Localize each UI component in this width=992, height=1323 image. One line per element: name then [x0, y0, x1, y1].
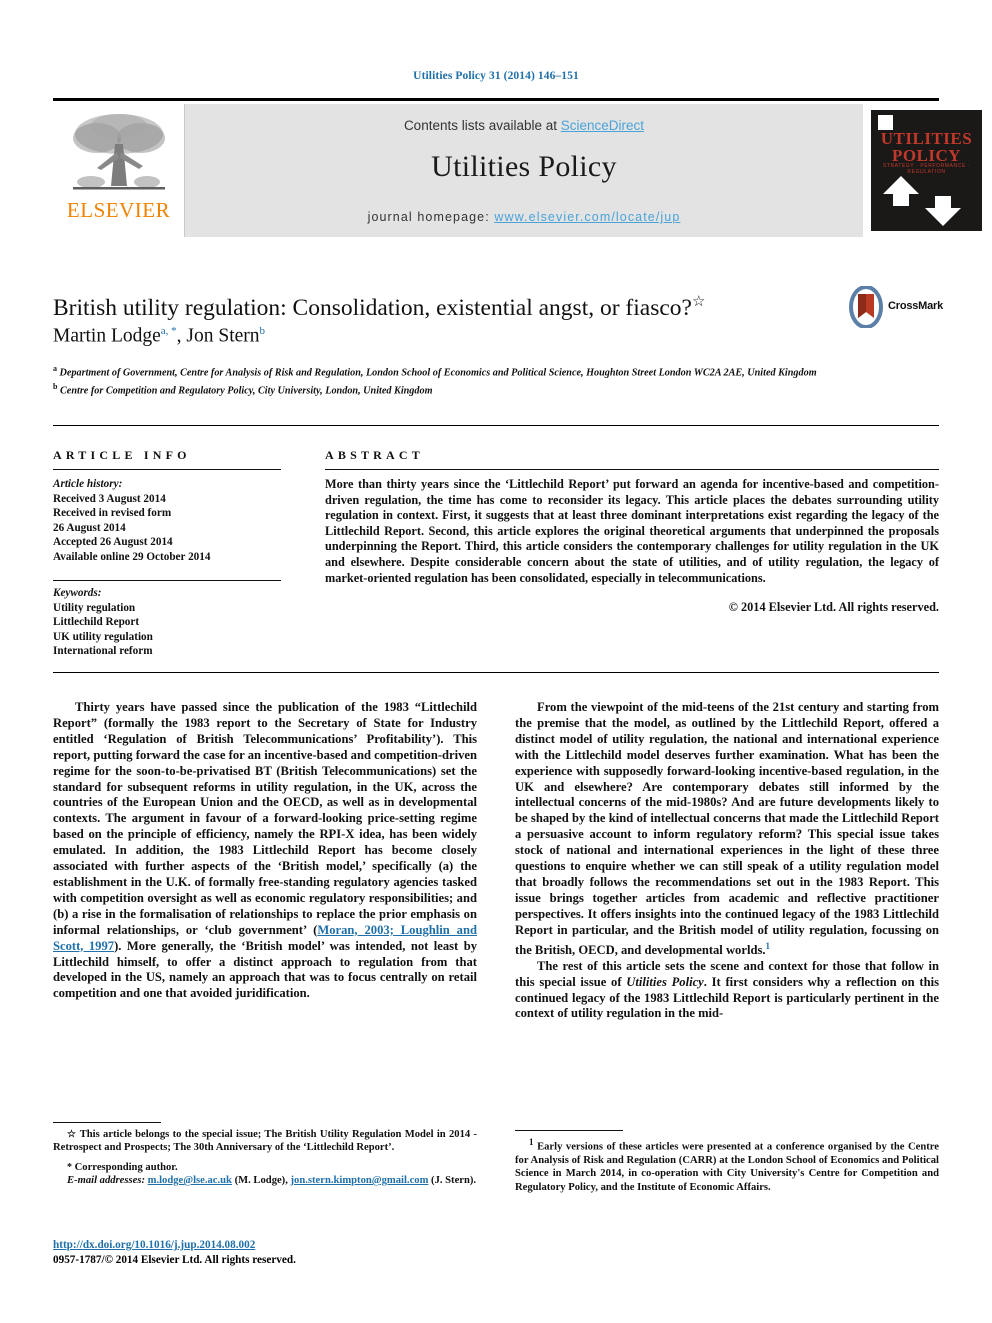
affiliation-a-text: Department of Government, Centre for Ana…	[59, 367, 817, 379]
author-1: Martin Lodge	[53, 325, 161, 347]
keyword-1: Littlechild Report	[53, 616, 140, 628]
abstract-divider-rule	[53, 672, 939, 673]
article-info-column: ARTICLE INFO Article history: Received 3…	[53, 448, 281, 659]
footnote-marker-1[interactable]: 1	[766, 941, 771, 951]
affiliation-b: b Centre for Competition and Regulatory …	[53, 380, 939, 398]
article-title: British utility regulation: Consolidatio…	[53, 288, 813, 322]
abstract-column: ABSTRACT More than thirty years since th…	[325, 448, 939, 615]
footnote-1-text: Early versions of these articles were pr…	[515, 1141, 939, 1193]
author-2-affiliation-marker[interactable]: b	[260, 325, 266, 337]
contents-prefix: Contents lists available at	[403, 118, 561, 133]
body-column-right: From the viewpoint of the mid-teens of t…	[515, 700, 939, 1022]
footnote-star-text: This article belongs to the special issu…	[53, 1129, 477, 1154]
right-p1-text: From the viewpoint of the mid-teens of t…	[515, 700, 939, 957]
crossmark-icon	[849, 285, 883, 329]
elsevier-logo: ELSEVIER	[53, 104, 185, 237]
keywords-block: Keywords: Utility regulation Littlechild…	[53, 586, 281, 659]
title-footnote-marker[interactable]: ☆	[692, 294, 705, 310]
journal-cover-thumbnail: UTILITIES POLICY STRATEGY · PERFORMANCE …	[863, 104, 992, 237]
affiliations: a Department of Government, Centre for A…	[53, 362, 939, 398]
affiliation-a-marker: a	[53, 364, 57, 373]
footnote-corresponding-marker: *	[67, 1162, 72, 1173]
author-list: Martin Lodgea, *, Jon Sternb	[53, 325, 265, 348]
history-line-1: Received in revised form	[53, 507, 172, 519]
journal-homepage-line: journal homepage: www.elsevier.com/locat…	[185, 210, 863, 224]
issn-copyright-line: 0957-1787/© 2014 Elsevier Ltd. All right…	[53, 1254, 296, 1266]
footnote-1-marker: 1	[529, 1137, 534, 1147]
abstract-rule	[325, 469, 939, 470]
affiliation-a: a Department of Government, Centre for A…	[53, 362, 939, 380]
elsevier-tree-icon	[72, 114, 165, 190]
doi-block: http://dx.doi.org/10.1016/j.jup.2014.08.…	[53, 1238, 483, 1268]
body-paragraph-right-2: The rest of this article sets the scene …	[515, 959, 939, 1023]
cover-arrows-icon	[883, 176, 961, 226]
footnote-star: ☆ This article belongs to the special is…	[53, 1128, 477, 1155]
crossmark-label: CrossMark	[888, 300, 944, 312]
history-line-0: Received 3 August 2014	[53, 492, 166, 505]
journal-name-italic: Utilities Policy	[626, 974, 704, 989]
elsevier-wordmark: ELSEVIER	[66, 198, 171, 222]
affiliation-b-text: Centre for Competition and Regulatory Po…	[60, 385, 433, 397]
body-column-left: Thirty years have passed since the publi…	[53, 700, 477, 1002]
footnote-corresponding-text: Corresponding author.	[74, 1162, 178, 1173]
sciencedirect-link[interactable]: ScienceDirect	[561, 118, 644, 133]
keyword-3: International reform	[53, 645, 153, 657]
doi-link[interactable]: http://dx.doi.org/10.1016/j.jup.2014.08.…	[53, 1239, 255, 1251]
left-p1-part-b: ). More generally, the ‘British model’ w…	[53, 938, 478, 1001]
abstract-text: More than thirty years since the ‘Little…	[325, 477, 939, 585]
history-line-4: Available online 29 October 2014	[53, 550, 211, 563]
email-owner-stern: (J. Stern).	[431, 1175, 477, 1186]
keywords-top-rule	[53, 580, 281, 581]
article-history-label: Article history:	[53, 478, 123, 490]
email-addresses-label: E-mail addresses:	[67, 1175, 145, 1186]
history-line-2: 26 August 2014	[53, 521, 126, 534]
keywords-label: Keywords:	[53, 587, 102, 599]
footnote-rule-left	[53, 1122, 161, 1123]
left-p1-part-a: Thirty years have passed since the publi…	[53, 700, 477, 937]
paper-page: Utilities Policy 31 (2014) 146–151 ELSEV…	[0, 0, 992, 1323]
author-1-affiliation-marker[interactable]: a, *	[161, 325, 177, 337]
cover-title-line1: UTILITIES	[880, 129, 973, 148]
crossmark-badge[interactable]: CrossMark	[846, 285, 944, 331]
article-info-heading: ARTICLE INFO	[53, 448, 191, 462]
running-head: Utilities Policy 31 (2014) 146–151	[413, 70, 579, 82]
body-paragraph-left-1: Thirty years have passed since the publi…	[53, 700, 477, 1002]
homepage-prefix: journal homepage:	[367, 210, 495, 224]
header-divider-rule	[53, 425, 939, 426]
article-history-block: Article history: Received 3 August 2014 …	[53, 477, 281, 564]
article-title-text: British utility regulation: Consolidatio…	[53, 294, 692, 321]
footnote-star-marker: ☆	[67, 1129, 77, 1140]
footnote-emails: E-mail addresses: m.lodge@lse.ac.uk (M. …	[53, 1174, 477, 1187]
email-link-lodge[interactable]: m.lodge@lse.ac.uk	[148, 1175, 232, 1186]
contents-line: Contents lists available at ScienceDirec…	[185, 104, 863, 133]
journal-homepage-link[interactable]: www.elsevier.com/locate/jup	[494, 210, 680, 224]
body-paragraph-right-1: From the viewpoint of the mid-teens of t…	[515, 700, 939, 959]
cover-title-line2: POLICY	[891, 146, 962, 165]
email-owner-lodge: (M. Lodge),	[234, 1175, 288, 1186]
journal-title: Utilities Policy	[431, 150, 617, 183]
journal-masthead: ELSEVIER Contents lists available at Sci…	[53, 98, 992, 237]
cover-elsevier-mark-icon	[878, 115, 893, 130]
history-line-3: Accepted 26 August 2014	[53, 536, 173, 548]
footnote-corresponding: * Corresponding author.	[53, 1161, 477, 1174]
masthead-grey-band: Contents lists available at ScienceDirec…	[185, 104, 863, 237]
email-link-stern[interactable]: jon.stern.kimpton@gmail.com	[291, 1175, 429, 1186]
author-separator: , Jon Stern	[176, 325, 260, 347]
keyword-0: Utility regulation	[53, 601, 136, 614]
article-info-rule	[53, 469, 281, 470]
footnote-rule-right	[515, 1130, 623, 1131]
abstract-copyright: © 2014 Elsevier Ltd. All rights reserved…	[728, 600, 939, 615]
footnote-1: 1 Early versions of these articles were …	[515, 1136, 939, 1194]
keyword-2: UK utility regulation	[53, 630, 153, 643]
affiliation-b-marker: b	[53, 381, 58, 391]
abstract-heading: ABSTRACT	[325, 448, 424, 462]
